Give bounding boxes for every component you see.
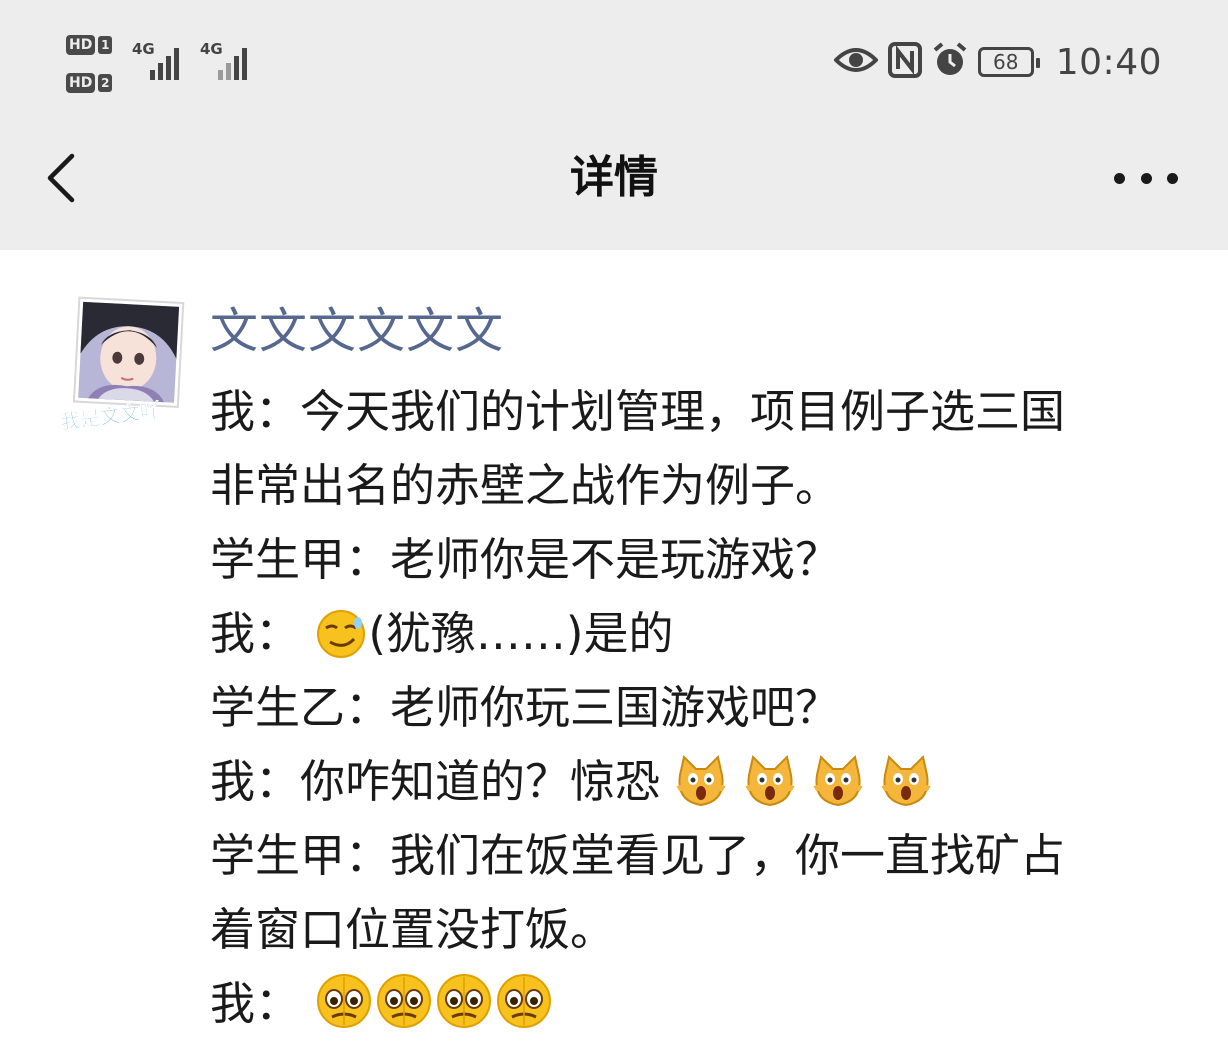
battery-level: 68 xyxy=(993,50,1019,74)
post-line: 学生甲：老师你是不是玩游戏？ xyxy=(210,533,841,586)
post-line: 我： xyxy=(210,967,1200,1041)
post-line-text: 我：你咋知道的？惊恐 xyxy=(210,755,661,808)
scream-cat-emoji xyxy=(674,755,728,829)
nav-bar: 详情 xyxy=(0,120,1228,236)
post-line: 着窗口位置没打饭。 xyxy=(210,903,616,956)
status-icons: 68 10:40 xyxy=(832,40,1162,84)
sim1-number: 1 xyxy=(98,36,113,54)
sim2-indicator: HD 2 xyxy=(66,72,124,94)
battery-icon: 68 xyxy=(977,47,1040,77)
tearful-face-emoji xyxy=(434,973,494,1051)
alarm-icon xyxy=(932,41,968,83)
post-line: 学生乙：老师你玩三国游戏吧？ xyxy=(210,681,841,734)
sim1-indicator: HD 1 xyxy=(66,34,124,56)
signal-icon: 4G xyxy=(132,40,192,80)
author-name[interactable]: 文文文文文文 xyxy=(210,300,504,362)
sim2-number: 2 xyxy=(98,74,113,92)
nfc-icon xyxy=(887,42,922,82)
avatar[interactable]: 我是文文吖 xyxy=(59,296,186,434)
smirk-emoji xyxy=(314,607,368,681)
clock: 10:40 xyxy=(1055,41,1162,83)
post-line: 学生甲：我们在饭堂看见了，你一直找矿占 xyxy=(210,829,1066,882)
signal-icon-secondary: 4G xyxy=(200,40,260,80)
post-line-text: (犹豫……)是的 xyxy=(368,607,674,660)
speaker-label: 我： xyxy=(210,977,301,1030)
scream-cat-emoji xyxy=(879,755,933,829)
tearful-face-emoji xyxy=(374,973,434,1051)
tearful-face-emoji xyxy=(494,973,554,1051)
post-line: 非常出名的赤壁之战作为例子。 xyxy=(210,459,841,512)
scream-cat-emoji xyxy=(811,755,865,829)
sim1-hd-label: HD xyxy=(66,35,96,55)
post-line: 我： (犹豫……)是的 xyxy=(210,597,1200,671)
more-dots-icon[interactable] xyxy=(1114,162,1178,194)
scream-cat-emoji xyxy=(743,755,797,829)
post-line: 我：你咋知道的？惊恐 xyxy=(210,745,1200,819)
post-line: 我：今天我们的计划管理，项目例子选三国 xyxy=(210,385,1066,438)
status-bar: HD 1 HD 2 4G 4G 68 10:40 xyxy=(0,0,1228,120)
eye-icon xyxy=(832,45,879,79)
speaker-label: 我： xyxy=(210,607,301,660)
sim2-hd-label: HD xyxy=(66,73,96,93)
page-title: 详情 xyxy=(570,152,658,203)
post-content: 我：今天我们的计划管理，项目例子选三国 非常出名的赤壁之战作为例子。 学生甲：老… xyxy=(210,375,1200,1041)
tearful-face-emoji xyxy=(314,973,374,1051)
